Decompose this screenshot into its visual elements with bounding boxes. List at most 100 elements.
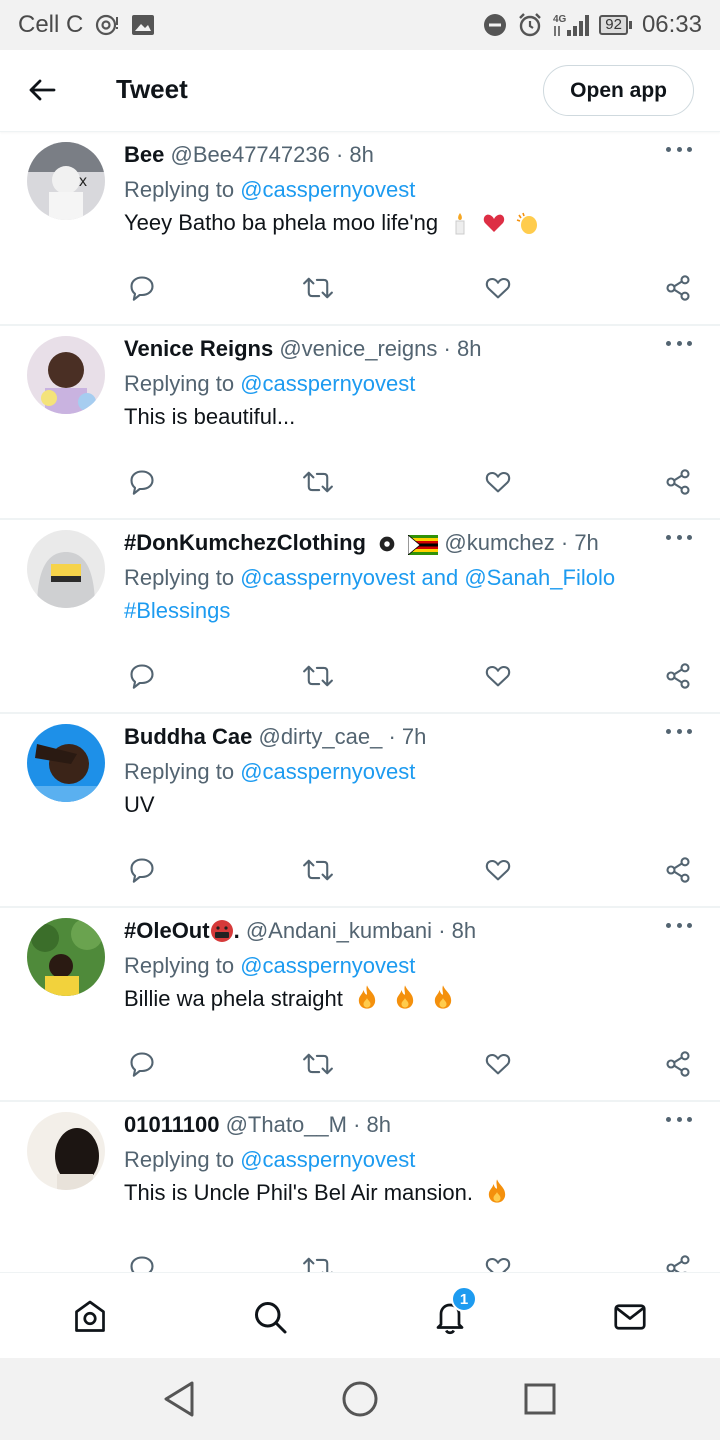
system-home-icon[interactable]: [339, 1378, 381, 1420]
replying-to-label: Replying to: [124, 1147, 235, 1172]
display-name[interactable]: Bee: [124, 142, 164, 167]
clock: 06:33: [641, 11, 702, 38]
tweet[interactable]: Buddha Cae @dirty_cae_ · 7h Replying to …: [0, 714, 720, 908]
tweet-actions: [124, 466, 694, 498]
mention-link[interactable]: @casspernyovest and @Sanah_Filolo: [240, 565, 615, 590]
share-icon[interactable]: [662, 854, 694, 886]
retweet-icon[interactable]: [302, 1252, 334, 1272]
hotspot-icon: [95, 13, 119, 37]
like-heart-icon[interactable]: [482, 272, 514, 304]
system-recents-icon[interactable]: [519, 1378, 561, 1420]
tweet-header: Tweet Open app: [0, 50, 720, 132]
bottom-navigation: 1: [0, 1272, 720, 1358]
back-arrow-icon[interactable]: [26, 74, 58, 106]
replying-to-label: Replying to: [124, 953, 235, 978]
system-back-icon[interactable]: [158, 1378, 200, 1420]
tweet-time: · 7h: [388, 724, 427, 749]
reply-icon[interactable]: [126, 854, 158, 886]
display-name[interactable]: 01011100: [124, 1112, 219, 1137]
tweet-text: This is beautiful...: [124, 404, 296, 429]
display-name[interactable]: Buddha Cae: [124, 724, 252, 749]
mention-link[interactable]: @casspernyovest: [240, 177, 415, 202]
tweet-text: This is Uncle Phil's Bel Air mansion.: [124, 1180, 473, 1205]
tweet[interactable]: 01011100 @Thato__M · 8h Replying to @cas…: [0, 1102, 720, 1272]
tweet-time: · 8h: [335, 142, 374, 167]
more-options-icon[interactable]: [666, 144, 692, 154]
avatar[interactable]: x: [27, 142, 105, 220]
verified-flower-icon: [379, 536, 395, 552]
tweet[interactable]: Venice Reigns @venice_reigns · 8h Replyi…: [0, 326, 720, 520]
carrier-label: Cell C: [18, 11, 84, 38]
status-bar: Cell C 4G 92 06:33: [0, 0, 720, 50]
retweet-icon[interactable]: [302, 854, 334, 886]
reply-icon[interactable]: [126, 1252, 158, 1272]
like-heart-icon[interactable]: [482, 1048, 514, 1080]
user-handle[interactable]: @Thato__M: [226, 1112, 347, 1137]
reply-icon[interactable]: [126, 1048, 158, 1080]
replying-to-label: Replying to: [124, 371, 235, 396]
reply-icon[interactable]: [126, 660, 158, 692]
share-icon[interactable]: [662, 660, 694, 692]
display-name[interactable]: Venice Reigns: [124, 336, 273, 361]
avatar[interactable]: [27, 1112, 105, 1190]
like-heart-icon[interactable]: [482, 854, 514, 886]
notification-badge: 1: [451, 1286, 477, 1312]
tweet-time: · 8h: [443, 336, 482, 361]
display-name[interactable]: #OleOut: [124, 918, 210, 943]
more-options-icon[interactable]: [666, 1114, 692, 1124]
more-options-icon[interactable]: [666, 920, 692, 930]
search-icon[interactable]: [250, 1297, 290, 1337]
svg-text:x: x: [79, 173, 87, 190]
mention-link[interactable]: @casspernyovest: [240, 371, 415, 396]
share-icon[interactable]: [662, 1048, 694, 1080]
display-name[interactable]: #DonKumchezClothing: [124, 530, 366, 555]
share-icon[interactable]: [662, 1252, 694, 1272]
tweet[interactable]: #DonKumchezClothing @kumchez · 7h Replyi…: [0, 520, 720, 714]
alarm-icon: [517, 12, 543, 38]
cursing-face-emoji-icon: [210, 920, 233, 942]
retweet-icon[interactable]: [302, 1048, 334, 1080]
reply-icon[interactable]: [126, 466, 158, 498]
zimbabwe-flag-icon: [408, 535, 439, 555]
hashtag-link[interactable]: #Blessings: [124, 598, 230, 623]
home-icon[interactable]: [70, 1297, 110, 1337]
more-options-icon[interactable]: [666, 338, 692, 348]
more-options-icon[interactable]: [666, 532, 692, 542]
open-app-button[interactable]: Open app: [543, 65, 694, 116]
retweet-icon[interactable]: [302, 466, 334, 498]
tweet[interactable]: #OleOut. @Andani_kumbani · 8h Replying t…: [0, 908, 720, 1102]
reply-icon[interactable]: [126, 272, 158, 304]
mention-link[interactable]: @casspernyovest: [240, 759, 415, 784]
mention-link[interactable]: @casspernyovest: [240, 1147, 415, 1172]
avatar[interactable]: [27, 336, 105, 414]
tweet[interactable]: x Bee @Bee47747236 · 8h Replying to @cas…: [0, 132, 720, 326]
share-icon[interactable]: [662, 272, 694, 304]
more-options-icon[interactable]: [666, 726, 692, 736]
fire-emoji-icon: [358, 985, 376, 1009]
display-name-suffix: .: [233, 918, 240, 943]
tweet-time: · 7h: [560, 530, 599, 555]
tweet-time: · 8h: [353, 1112, 392, 1137]
tweet-text: UV: [124, 792, 155, 817]
tweet-actions: [124, 660, 694, 692]
like-heart-icon[interactable]: [482, 466, 514, 498]
like-heart-icon[interactable]: [482, 1252, 514, 1272]
tweet-time: · 8h: [438, 918, 477, 943]
signal-icon: 4G: [553, 12, 590, 38]
user-handle[interactable]: @venice_reigns: [279, 336, 437, 361]
user-handle[interactable]: @Bee47747236: [170, 142, 329, 167]
user-handle[interactable]: @kumchez: [444, 530, 554, 555]
avatar[interactable]: [27, 724, 105, 802]
like-heart-icon[interactable]: [482, 660, 514, 692]
retweet-icon[interactable]: [302, 272, 334, 304]
share-icon[interactable]: [662, 466, 694, 498]
avatar[interactable]: [27, 530, 105, 608]
avatar[interactable]: [27, 918, 105, 996]
reply-feed[interactable]: x Bee @Bee47747236 · 8h Replying to @cas…: [0, 132, 720, 1272]
mail-icon[interactable]: [610, 1297, 650, 1337]
replying-to-label: Replying to: [124, 177, 235, 202]
user-handle[interactable]: @Andani_kumbani: [246, 918, 432, 943]
retweet-icon[interactable]: [302, 660, 334, 692]
user-handle[interactable]: @dirty_cae_: [258, 724, 382, 749]
mention-link[interactable]: @casspernyovest: [240, 953, 415, 978]
